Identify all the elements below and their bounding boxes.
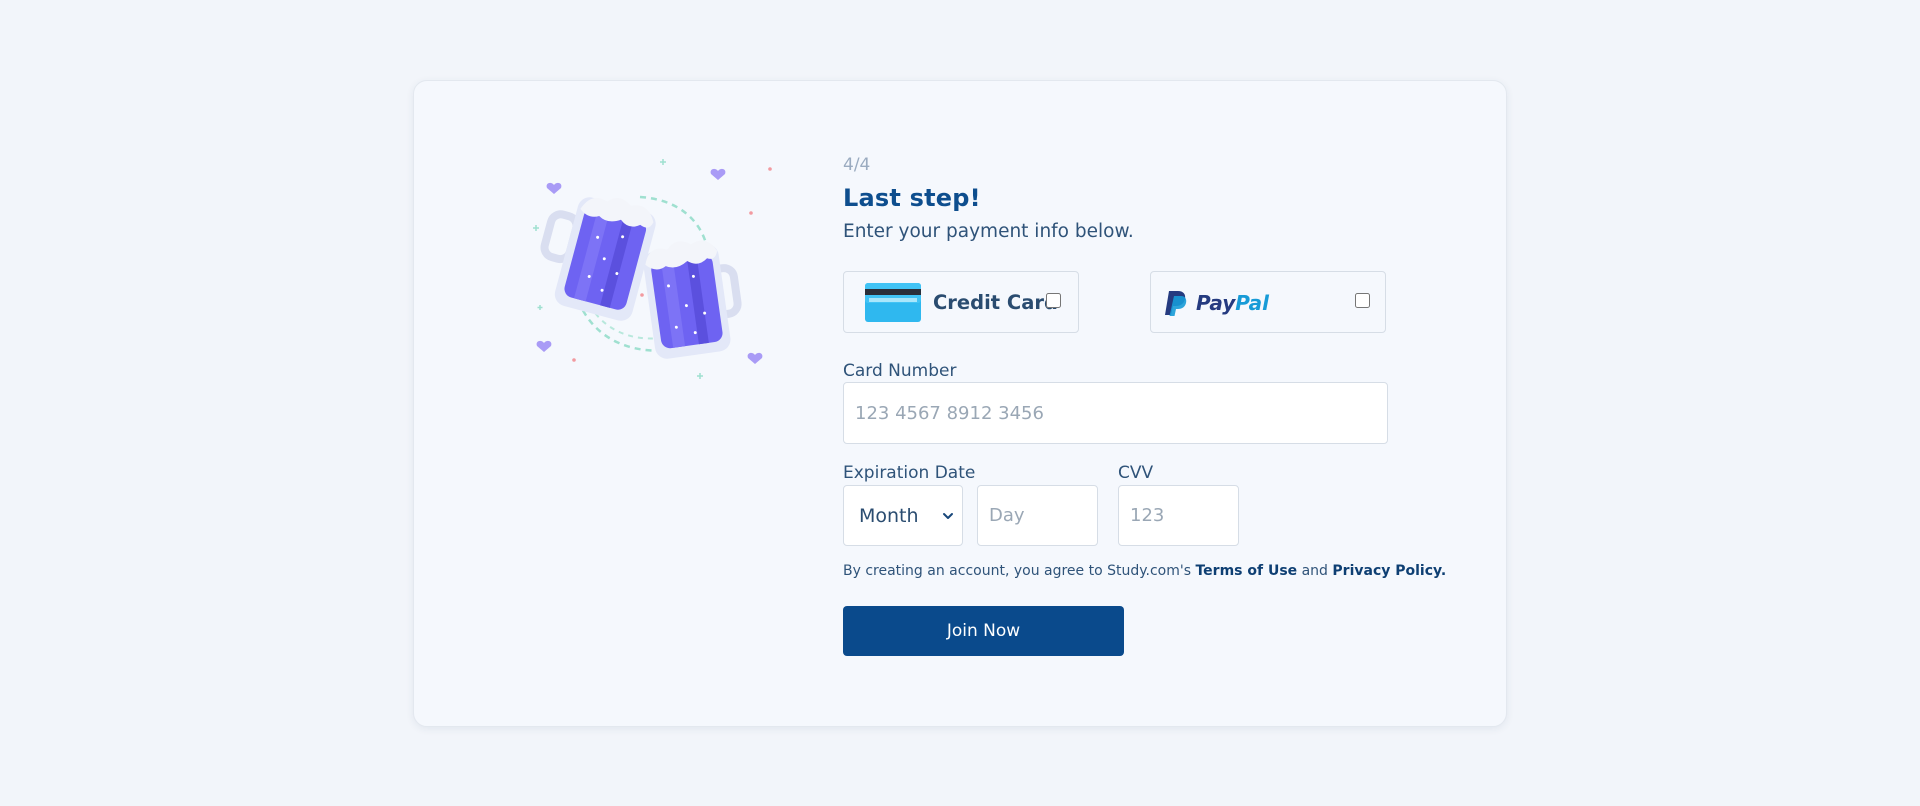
paypal-logo: PayPal xyxy=(1165,289,1275,317)
card-number-label: Card Number xyxy=(843,361,957,381)
chevron-down-icon xyxy=(943,513,953,519)
cvv-label: CVV xyxy=(1118,463,1154,483)
terms-prefix: By creating an account, you agree to Stu… xyxy=(843,563,1196,579)
step-indicator: 4/4 xyxy=(843,155,871,175)
paypal-logo-icon xyxy=(1165,291,1187,316)
credit-card-icon xyxy=(865,283,921,322)
month-selected-value: Month xyxy=(859,505,919,527)
expiration-month-select[interactable]: Month xyxy=(843,485,963,546)
credit-card-label: Credit Card xyxy=(933,291,1058,314)
page-subtitle: Enter your payment info below. xyxy=(843,221,1134,242)
paypal-wordmark-pal: Pal xyxy=(1235,291,1270,315)
paypal-option[interactable]: PayPal xyxy=(1150,271,1386,333)
cvv-input[interactable] xyxy=(1118,485,1239,546)
page-title: Last step! xyxy=(843,184,981,212)
card-number-input[interactable] xyxy=(843,382,1388,444)
expiration-date-label: Expiration Date xyxy=(843,463,976,483)
credit-card-option[interactable]: Credit Card xyxy=(843,271,1079,333)
join-now-button[interactable]: Join Now xyxy=(843,606,1124,656)
credit-card-checkbox[interactable] xyxy=(1046,293,1061,308)
expiration-day-input[interactable] xyxy=(977,485,1098,546)
paypal-checkbox[interactable] xyxy=(1355,293,1370,308)
terms-of-use-link[interactable]: Terms of Use xyxy=(1195,563,1297,579)
terms-and: and xyxy=(1297,563,1333,579)
terms-text: By creating an account, you agree to Stu… xyxy=(843,563,1446,579)
paypal-wordmark-pay: Pay xyxy=(1196,291,1236,315)
beer-mugs-cheers-illustration xyxy=(533,159,772,379)
privacy-policy-link[interactable]: Privacy Policy. xyxy=(1332,563,1446,579)
